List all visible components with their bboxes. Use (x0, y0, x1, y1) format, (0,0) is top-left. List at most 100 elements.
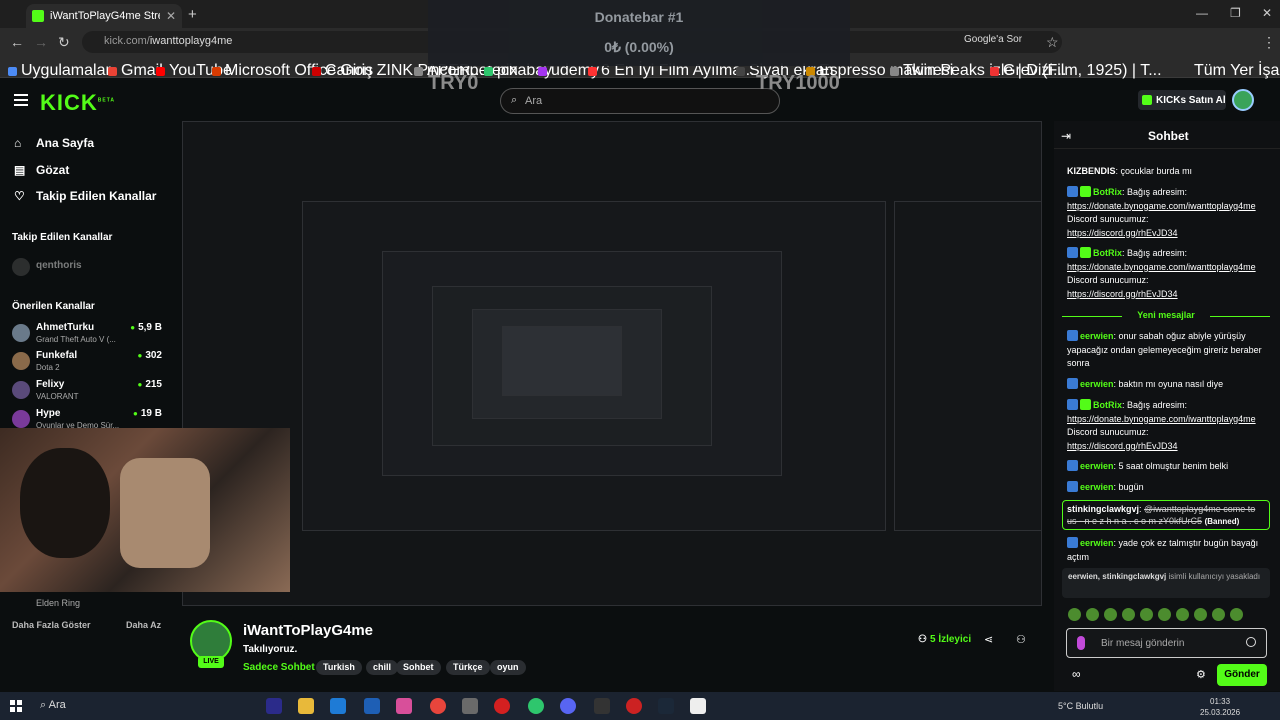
bookmark-star-icon[interactable]: ☆ (1046, 34, 1059, 51)
tag[interactable]: Turkish (316, 660, 362, 675)
recommended-channel[interactable]: AhmetTurku Grand Theft Auto V (... 5,9 B (12, 322, 162, 348)
chat-link[interactable]: https://discord.gg/rhEvJD34 (1067, 289, 1178, 299)
sub-badge-icon (1067, 378, 1078, 389)
search-icon: ⌕ (511, 94, 518, 106)
steam-icon[interactable] (658, 698, 674, 714)
chat-link[interactable]: https://discord.gg/rhEvJD34 (1067, 441, 1178, 451)
emote-icon (1122, 608, 1135, 621)
show-less-button[interactable]: Daha Az (126, 620, 161, 630)
youtube-icon[interactable] (494, 698, 510, 714)
send-button[interactable]: Gönder (1217, 664, 1267, 686)
viewers-icon: ⚇ (918, 634, 927, 645)
kick-favicon-icon (32, 10, 44, 22)
back-icon[interactable]: ← (10, 34, 24, 50)
webcam-person (20, 448, 110, 558)
url-path: iwanttoplayg4me (149, 35, 233, 47)
emote-icon (1176, 608, 1189, 621)
chat-message-input[interactable]: Bir mesaj gönderin (1066, 628, 1267, 658)
new-tab-button[interactable]: + (188, 6, 197, 23)
bookmark-gmail[interactable]: Gmail (108, 62, 163, 80)
moderation-notice: eerwien, stinkingclawkgvj isimli kullanı… (1062, 568, 1270, 598)
tag[interactable]: chill (366, 660, 399, 675)
chat-input-placeholder: Bir mesaj gönderin (1101, 638, 1185, 649)
channel-avatar (12, 324, 30, 342)
donatebar-amount: 0₺ (0.00%) (604, 39, 674, 55)
bookmark-grev[interactable]: Grev (Film, 1925) | T... (990, 62, 1162, 80)
search-input[interactable]: ⌕ Ara (500, 88, 780, 114)
discord-icon[interactable] (560, 698, 576, 714)
chat-message: eerwien: onur sabah oğuz abiyle yürüşüy … (1067, 330, 1262, 368)
chat-link[interactable]: https://donate.bynogame.com/iwanttoplayg… (1067, 414, 1256, 424)
calculator-icon[interactable] (462, 698, 478, 714)
webcam-background (120, 458, 210, 568)
browser-tab[interactable]: iWantToPlayG4me Stream ✕ (26, 4, 182, 28)
premiere-icon[interactable] (266, 698, 282, 714)
followed-channel[interactable]: qenthoris (12, 256, 162, 282)
obs-icon[interactable] (626, 698, 642, 714)
app-icon[interactable] (594, 698, 610, 714)
tab-title: iWantToPlayG4me Stream (50, 10, 160, 22)
user-avatar[interactable] (1232, 89, 1254, 111)
recommended-channel[interactable]: Funkefal Dota 2 302 (12, 350, 162, 376)
minimize-icon[interactable]: — (1196, 6, 1208, 20)
tag[interactable]: oyun (490, 660, 526, 675)
all-bookmarks[interactable]: Tüm Yer İşaretleri (1194, 62, 1280, 80)
file-explorer-icon[interactable] (298, 698, 314, 714)
chat-settings-icon[interactable]: ⚙ (1196, 668, 1206, 681)
maximize-icon[interactable]: ❐ (1230, 6, 1241, 20)
followed-title: Takip Edilen Kanallar (12, 232, 113, 243)
close-window-icon[interactable]: ✕ (1262, 6, 1272, 20)
share-icon[interactable]: ⋖ (984, 633, 993, 646)
taskbar-clock[interactable]: 01:33 25.03.2026 (1200, 696, 1240, 718)
kick-logo[interactable]: KICKBETA (40, 90, 115, 116)
stream-title: Takılıyoruz. (243, 644, 298, 655)
chat-link[interactable]: https://discord.gg/rhEvJD34 (1067, 228, 1178, 238)
home-icon: ⌂ (14, 136, 22, 150)
reload-icon[interactable]: ↻ (58, 34, 70, 51)
follow-icon[interactable]: ⚇ (1016, 633, 1026, 646)
windows-start-icon[interactable] (10, 700, 22, 712)
mail-icon[interactable] (330, 698, 346, 714)
microphone-icon[interactable] (1077, 636, 1085, 650)
channel-name[interactable]: iWantToPlayG4me (243, 622, 373, 639)
chat-link[interactable]: https://donate.bynogame.com/iwanttoplayg… (1067, 262, 1256, 272)
buy-kicks-button[interactable]: KICKs Satın Al (1138, 90, 1226, 110)
kicks-icon (1142, 95, 1152, 105)
vscode-icon[interactable] (364, 698, 380, 714)
whatsapp-icon[interactable] (528, 698, 544, 714)
capcut-icon[interactable] (690, 698, 706, 714)
url-domain: kick.com/ (104, 35, 150, 47)
stream-video-player[interactable] (182, 121, 1042, 606)
hamburger-menu-icon[interactable] (14, 94, 28, 106)
google-sor-button[interactable]: Google'a Sor (964, 34, 1022, 45)
chrome-icon[interactable] (430, 698, 446, 714)
chat-message: eerwien: bugün (1067, 481, 1267, 495)
capture-level-6 (502, 326, 622, 396)
kick-points-icon[interactable]: ∞ (1072, 667, 1081, 681)
nav-browse[interactable]: ▤ Gözat (14, 163, 69, 177)
chat-link[interactable]: https://donate.bynogame.com/iwanttoplayg… (1067, 201, 1256, 211)
show-more-button[interactable]: Daha Fazla Göster (12, 620, 91, 630)
channel-avatar (12, 381, 30, 399)
nav-home[interactable]: ⌂ Ana Sayfa (14, 136, 94, 150)
nav-following[interactable]: ♡ Takip Edilen Kanallar (14, 189, 156, 203)
stream-category[interactable]: Sadece Sohbet (243, 662, 315, 673)
taskbar-search[interactable]: ⌕ Ara (40, 699, 66, 712)
tag[interactable]: Türkçe (446, 660, 490, 675)
recommended-channel[interactable]: Felixy VALORANT 215 (12, 379, 162, 405)
collapse-chat-icon[interactable]: ⇥ (1061, 129, 1071, 143)
close-tab-icon[interactable]: ✕ (166, 9, 176, 23)
emote-icon (1158, 608, 1171, 621)
copilot-icon[interactable] (396, 698, 412, 714)
emote-bar[interactable] (1068, 608, 1248, 624)
tag[interactable]: Sohbet (396, 660, 441, 675)
donate-goal-end: TRY1000 (756, 72, 840, 94)
donatebar-overlay: Donatebar #1 0₺ (0.00%) (428, 0, 850, 66)
forward-icon[interactable]: → (34, 34, 48, 50)
chat-title: Sohbet (1148, 129, 1189, 143)
menu-dots-icon[interactable]: ⋮ (1262, 34, 1276, 51)
new-messages-divider[interactable]: Yeni mesajlar (1062, 310, 1270, 322)
weather-widget[interactable]: 5°C Bulutlu (1058, 701, 1103, 711)
emoji-picker-icon[interactable] (1246, 637, 1256, 647)
bookmark-apps[interactable]: Uygulamalar (8, 62, 111, 80)
